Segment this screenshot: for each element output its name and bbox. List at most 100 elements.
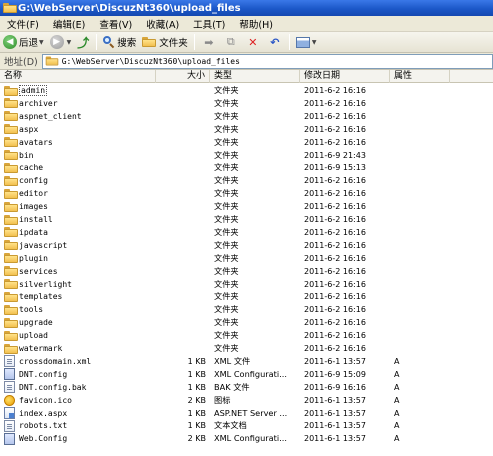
file-date: 2011-6-1 13:57 [304, 355, 390, 368]
menu-view[interactable]: 查看(V) [92, 17, 139, 31]
file-type-text: 文件夹 [214, 317, 239, 328]
file-size [156, 110, 206, 123]
favicon-icon [4, 394, 18, 407]
file-size: 1 KB [156, 368, 206, 381]
list-item[interactable]: javascript 文件夹 2011-6-2 16:16 [0, 239, 493, 252]
folder-icon [3, 3, 17, 13]
file-size-text: 1 KB [187, 356, 206, 366]
file-size [156, 187, 206, 200]
list-item[interactable]: watermark 文件夹 2011-6-2 16:16 [0, 342, 493, 355]
column-header-date[interactable]: 修改日期 [300, 70, 390, 83]
file-attributes [394, 174, 434, 187]
xml-file-icon [4, 355, 18, 368]
file-attributes [394, 226, 434, 239]
menu-edit[interactable]: 编辑(E) [46, 17, 92, 31]
search-button[interactable]: 搜索 [100, 33, 139, 52]
file-attributes [394, 97, 434, 110]
file-date: 2011-6-9 16:16 [304, 381, 390, 394]
move-to-icon: ➡ [204, 35, 214, 49]
list-item[interactable]: avatars 文件夹 2011-6-2 16:16 [0, 136, 493, 149]
file-type-text: 文件夹 [214, 97, 239, 108]
list-item[interactable]: robots.txt 1 KB 文本文档 2011-6-1 13:57 A [0, 419, 493, 432]
file-date: 2011-6-2 16:16 [304, 174, 390, 187]
file-name-text: install [19, 215, 53, 224]
list-item[interactable]: images 文件夹 2011-6-2 16:16 [0, 200, 493, 213]
undo-button[interactable]: ↶ [264, 33, 286, 52]
file-date: 2011-6-9 15:09 [304, 368, 390, 381]
list-item[interactable]: editor 文件夹 2011-6-2 16:16 [0, 187, 493, 200]
back-button[interactable]: ◀ 后退 ▼ [0, 33, 47, 52]
list-item[interactable]: upgrade 文件夹 2011-6-2 16:16 [0, 316, 493, 329]
column-header-attributes[interactable]: 属性 [390, 70, 450, 83]
delete-button[interactable]: ✕ [242, 33, 264, 52]
file-name-text: upgrade [19, 318, 53, 328]
file-type: 文件夹 [214, 187, 300, 200]
list-item[interactable]: templates 文件夹 2011-6-2 16:16 [0, 290, 493, 303]
file-date-text: 2011-6-2 16:16 [304, 331, 366, 341]
list-item[interactable]: crossdomain.xml 1 KB XML 文件 2011-6-1 13:57 A [0, 355, 493, 368]
file-name-text: plugin [19, 253, 48, 263]
folder-icon [4, 84, 18, 97]
folder-icon [4, 174, 18, 187]
title-bar: G:\WebServer\DiscuzNt360\upload_files [0, 0, 493, 16]
list-item[interactable]: DNT.config 1 KB XML Configurati... 2011-6-9… [0, 368, 493, 381]
list-item[interactable]: DNT.config.bak 1 KB BAK 文件 2011-6-9 16:16 A [0, 381, 493, 394]
file-type-text: BAK 文件 [214, 381, 250, 392]
file-attributes: A [394, 394, 434, 407]
list-item[interactable]: upload 文件夹 2011-6-2 16:16 [0, 329, 493, 342]
list-item[interactable]: install 文件夹 2011-6-2 16:16 [0, 213, 493, 226]
up-button[interactable]: ⤴ [74, 33, 93, 52]
file-name: DNT.config [19, 368, 154, 381]
file-date-text: 2011-6-1 13:57 [304, 421, 366, 431]
file-type-text: XML Configurati... [214, 368, 287, 379]
list-item[interactable]: archiver 文件夹 2011-6-2 16:16 [0, 97, 493, 110]
file-attributes-text: A [394, 356, 400, 366]
address-field[interactable]: G:\WebServer\DiscuzNt360\upload_files [41, 53, 493, 69]
file-date: 2011-6-1 13:57 [304, 432, 390, 445]
list-item[interactable]: aspnet_client 文件夹 2011-6-2 16:16 [0, 110, 493, 123]
move-to-button[interactable]: ➡ [198, 33, 220, 52]
column-header-size[interactable]: 大小 [156, 70, 210, 83]
list-item[interactable]: cache 文件夹 2011-6-9 15:13 [0, 161, 493, 174]
file-type: XML Configurati... [214, 432, 300, 445]
list-item[interactable]: ipdata 文件夹 2011-6-2 16:16 [0, 226, 493, 239]
file-size: 2 KB [156, 394, 206, 407]
file-type-text: 文件夹 [214, 304, 239, 315]
file-name-text: silverlight [19, 279, 72, 289]
views-button[interactable]: ▼ [293, 33, 320, 52]
file-name-text: archiver [19, 98, 58, 108]
menu-file[interactable]: 文件(F) [0, 17, 46, 31]
list-item[interactable]: plugin 文件夹 2011-6-2 16:16 [0, 252, 493, 265]
file-attributes [394, 278, 434, 291]
copy-to-button[interactable]: ⧉ [220, 33, 242, 52]
file-date: 2011-6-9 21:43 [304, 149, 390, 162]
views-icon [295, 36, 310, 48]
list-item[interactable]: Web.Config 2 KB XML Configurati... 2011-6-1… [0, 432, 493, 445]
menu-favorites[interactable]: 收藏(A) [139, 17, 186, 31]
list-item[interactable]: index.aspx 1 KB ASP.NET Server ... 2011-6-1… [0, 407, 493, 420]
folders-button[interactable]: 文件夹 [139, 33, 191, 52]
file-date: 2011-6-2 16:16 [304, 136, 390, 149]
menu-tools[interactable]: 工具(T) [186, 17, 232, 31]
column-header-name[interactable]: 名称 [0, 70, 156, 83]
list-item[interactable]: aspx 文件夹 2011-6-2 16:16 [0, 123, 493, 136]
list-item[interactable]: tools 文件夹 2011-6-2 16:16 [0, 303, 493, 316]
file-size [156, 278, 206, 291]
list-item[interactable]: favicon.ico 2 KB 图标 2011-6-1 13:57 A [0, 394, 493, 407]
list-item[interactable]: config 文件夹 2011-6-2 16:16 [0, 174, 493, 187]
forward-button[interactable]: ▶ ▼ [47, 33, 75, 52]
file-attributes: A [394, 381, 434, 394]
list-item[interactable]: admin 文件夹 2011-6-2 16:16 [0, 84, 493, 97]
file-date-text: 2011-6-2 16:16 [304, 137, 366, 147]
file-attributes: A [394, 355, 434, 368]
file-date-text: 2011-6-2 16:16 [304, 111, 366, 121]
file-type-text: 文件夹 [214, 214, 239, 224]
list-item[interactable]: services 文件夹 2011-6-2 16:16 [0, 265, 493, 278]
list-item[interactable]: silverlight 文件夹 2011-6-2 16:16 [0, 278, 493, 291]
file-list: admin 文件夹 2011-6-2 16:16 archiver 文件夹 2011-6-… [0, 84, 493, 456]
file-date: 2011-6-2 16:16 [304, 290, 390, 303]
list-item[interactable]: bin 文件夹 2011-6-9 21:43 [0, 149, 493, 162]
column-header-type[interactable]: 类型 [210, 70, 300, 83]
menu-help[interactable]: 帮助(H) [232, 17, 280, 31]
file-name: install [19, 213, 154, 226]
